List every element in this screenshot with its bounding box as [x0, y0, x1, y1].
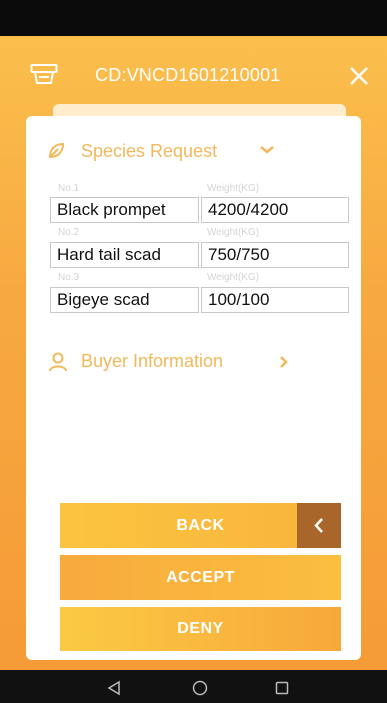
- species-name-field[interactable]: Bigeye scad: [50, 287, 199, 313]
- status-bar: [0, 0, 387, 36]
- weight-field[interactable]: 750/750: [201, 242, 349, 268]
- weight-field[interactable]: 4200/4200: [201, 197, 349, 223]
- back-arrow-tab[interactable]: [297, 503, 341, 548]
- close-icon[interactable]: [348, 65, 370, 87]
- species-name-field[interactable]: Hard tail scad: [50, 242, 199, 268]
- deny-button-label: DENY: [177, 620, 224, 637]
- weight-field[interactable]: 100/100: [201, 287, 349, 313]
- nav-back-icon[interactable]: [107, 680, 121, 696]
- weight-caption: Weight(KG): [207, 272, 260, 283]
- row-number-label: No.2: [58, 227, 80, 238]
- species-name-field[interactable]: Black prompet: [50, 197, 199, 223]
- chevron-right-icon[interactable]: [279, 355, 289, 369]
- weight-caption: Weight(KG): [207, 227, 260, 238]
- cart-icon[interactable]: [30, 63, 58, 87]
- back-button-label: BACK: [176, 516, 225, 534]
- accept-button-label: ACCEPT: [166, 568, 235, 586]
- deny-button[interactable]: DENY: [60, 607, 341, 651]
- accept-button[interactable]: ACCEPT: [60, 555, 341, 600]
- leaf-icon: [48, 142, 65, 159]
- person-icon: [49, 352, 67, 372]
- nav-recent-apps-icon[interactable]: [275, 681, 289, 695]
- nav-home-icon[interactable]: [192, 680, 208, 696]
- row-number-label: No.1: [58, 183, 80, 194]
- chevron-left-icon: [314, 518, 323, 533]
- order-code-title: CD:VNCD1601210001: [95, 65, 281, 85]
- chevron-down-icon[interactable]: [259, 145, 275, 155]
- species-request-title[interactable]: Species Request: [81, 141, 217, 162]
- buyer-information-title[interactable]: Buyer Information: [81, 351, 223, 372]
- row-number-label: No.3: [58, 272, 80, 283]
- weight-caption: Weight(KG): [207, 183, 260, 194]
